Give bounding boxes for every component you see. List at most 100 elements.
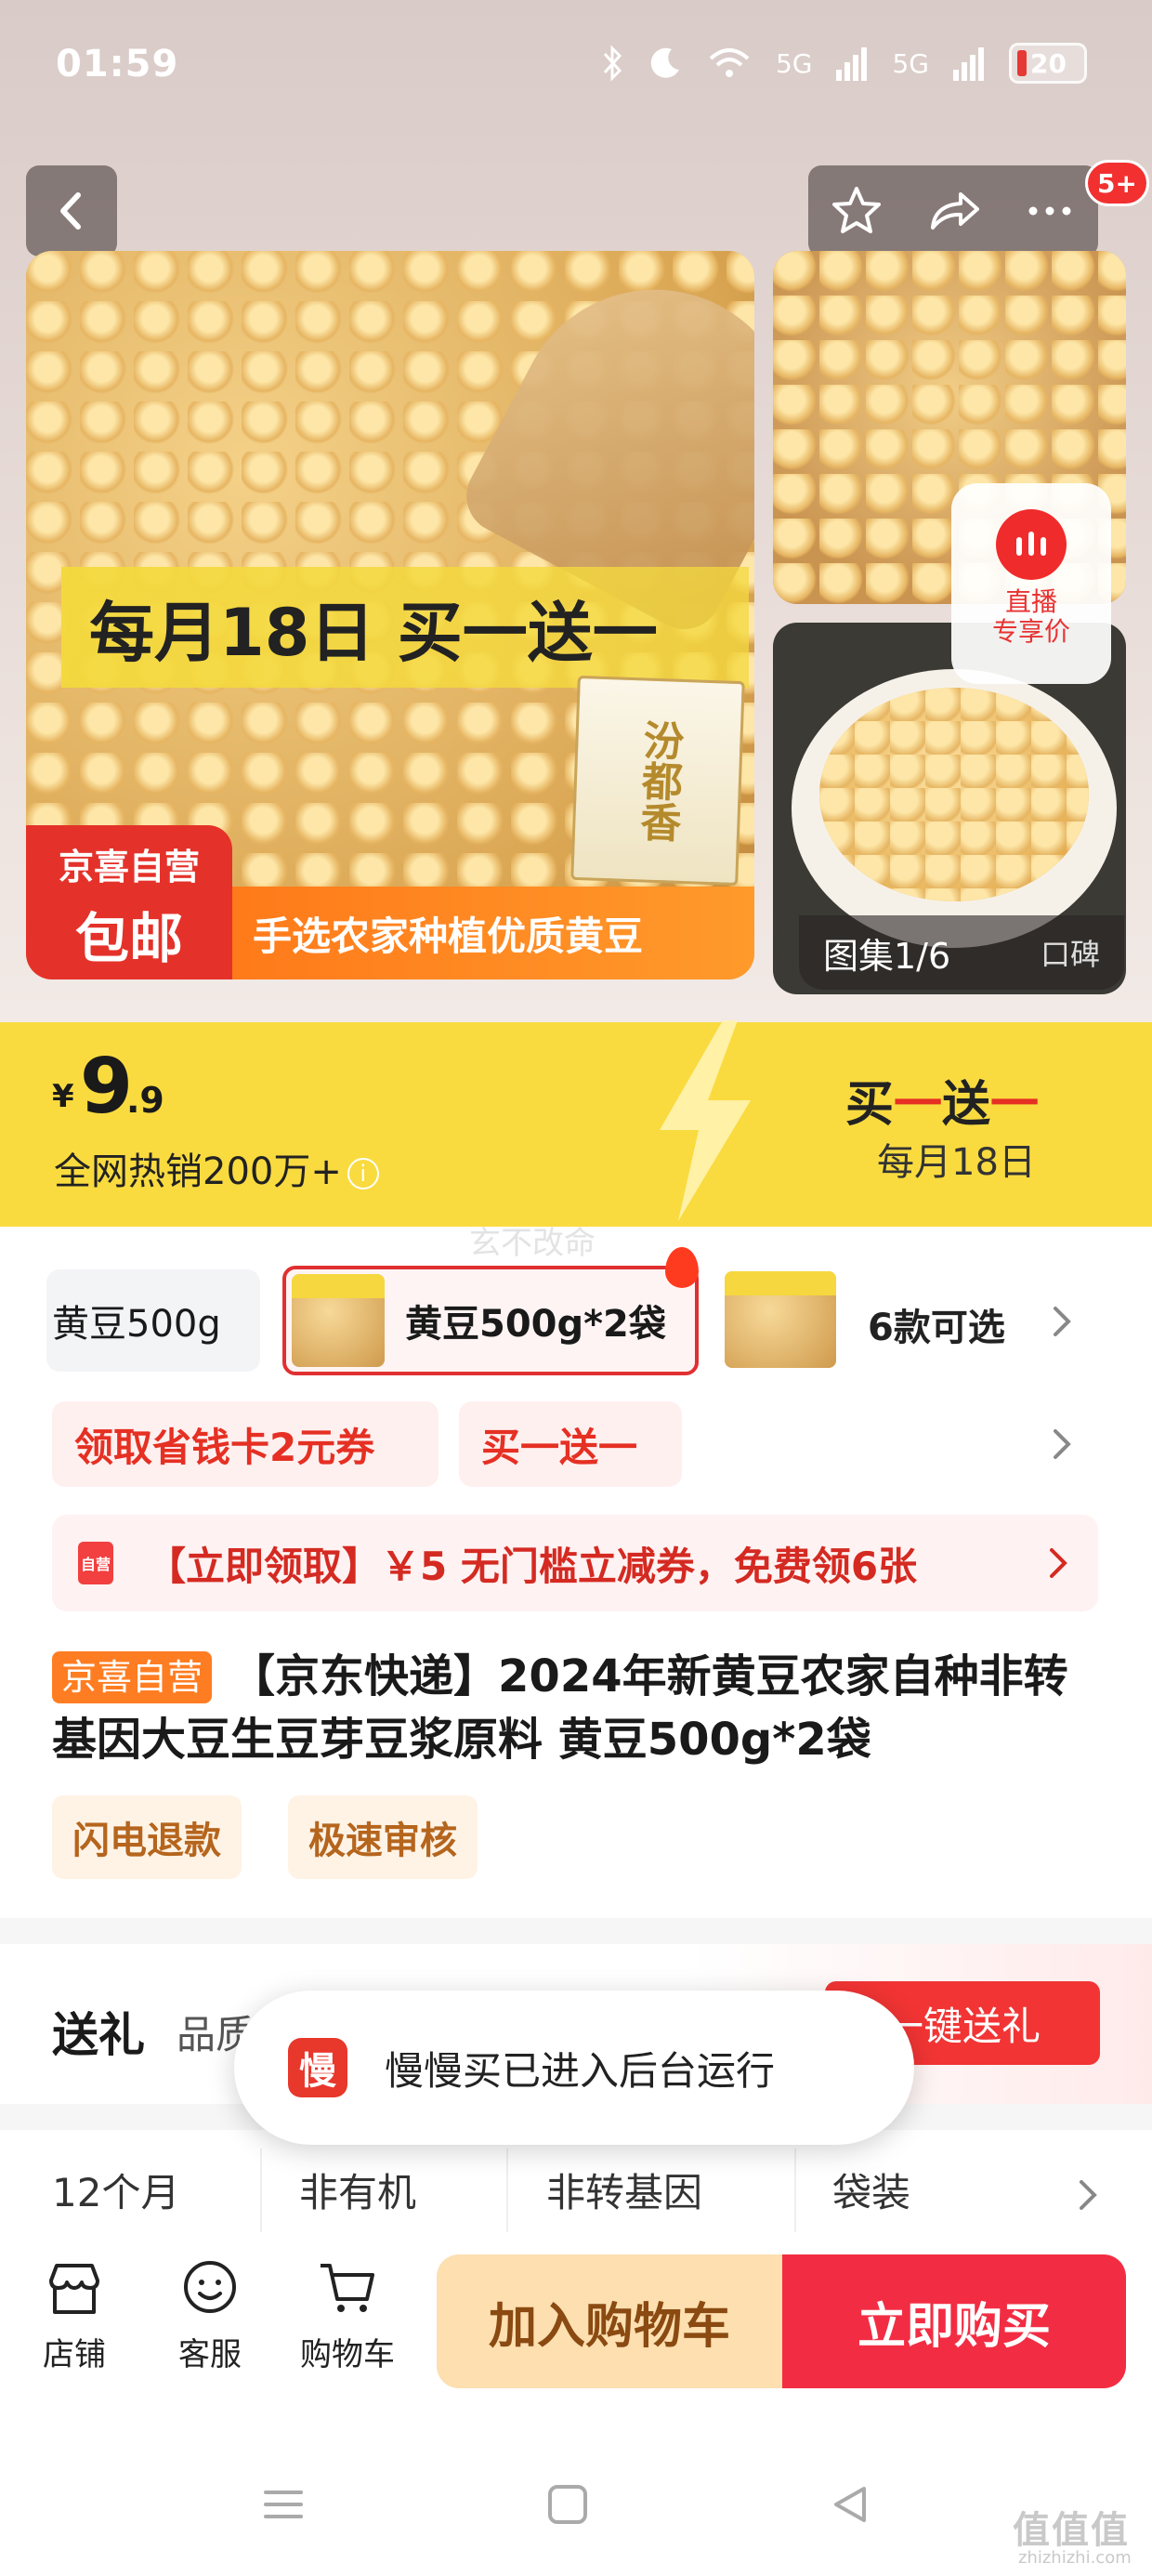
price-decimal: .9 xyxy=(126,1080,164,1121)
product-title-block: 京喜自营 【京东快递】2024年新黄豆农家自种非转基因大豆生豆芽豆浆原料 黄豆50… xyxy=(52,1645,1102,1771)
app-icon: 慢 xyxy=(288,2038,347,2097)
coupon-claim-chevron-icon xyxy=(1050,1548,1067,1578)
bogo-part-3: 送 xyxy=(942,1077,991,1133)
shipping-free-label: 包邮 xyxy=(74,907,183,970)
cart-button[interactable]: 购物车 xyxy=(292,2256,403,2374)
system-nav-bar xyxy=(0,2453,1152,2556)
shop-button[interactable]: 店铺 xyxy=(19,2256,130,2374)
bogo-part-4: 一 xyxy=(990,1077,1040,1133)
corner-watermark: 值值值 xyxy=(1013,2509,1130,2552)
wifi-icon xyxy=(709,48,750,77)
price-integer: 9 xyxy=(80,1043,134,1131)
battery-indicator: 20 xyxy=(1009,43,1087,84)
bogo-date: 每月18日 xyxy=(877,1141,1036,1184)
info-icon[interactable]: i xyxy=(347,1158,379,1189)
cart-icon xyxy=(321,2264,374,2312)
price-currency: ¥ xyxy=(52,1078,74,1115)
chevron-right-icon[interactable] xyxy=(1048,1303,1076,1340)
bogo-part-2: 一 xyxy=(894,1077,943,1133)
coupon-bogo[interactable]: 买一送一 xyxy=(459,1401,682,1487)
home-icon[interactable] xyxy=(544,2481,591,2528)
service-button[interactable]: 客服 xyxy=(154,2256,266,2374)
product-detail-page: 01:59 5G 5G 20 5+ 每月18日 买一送一 汾都香 京喜自营 包邮… xyxy=(0,0,1152,2576)
network-label-2: 5G xyxy=(892,47,929,79)
shipping-box: 京喜自营 包邮 xyxy=(26,825,232,979)
toast-text: 慢慢买已进入后台运行 xyxy=(385,2047,776,2094)
bowl-beans-pattern xyxy=(819,688,1089,901)
product-params[interactable]: 12个月 非有机 非转基因 袋装 xyxy=(0,2130,1152,2251)
param-divider xyxy=(260,2149,262,2232)
do-not-disturb-icon xyxy=(650,47,679,78)
battery-level-icon xyxy=(1017,50,1027,76)
param-packaging: 袋装 xyxy=(832,2170,911,2215)
live-price-button[interactable]: 直播 专享价 xyxy=(951,483,1111,684)
background-toast: 慢 慢慢买已进入后台运行 xyxy=(234,1991,914,2145)
coupons-chevron-icon[interactable] xyxy=(1048,1426,1076,1463)
coupon-claim-text: 【立即领取】￥5 无门槛立减券，免费领6张 xyxy=(147,1543,918,1589)
service-label: 客服 xyxy=(178,2336,242,2373)
params-chevron-icon xyxy=(1080,2180,1097,2210)
coupon-claim-bar[interactable]: 自营 【立即领取】￥5 无门槛立减券，免费领6张 xyxy=(52,1515,1098,1611)
corner-watermark-url: zhizhizhi.com xyxy=(1018,2548,1132,2568)
param-divider xyxy=(506,2149,508,2232)
header-actions xyxy=(808,165,1098,256)
shipping-seller-label: 京喜自营 xyxy=(58,847,200,887)
variant-selector: 黄豆500g 黄豆500g*2袋 6款可选 xyxy=(0,1247,1152,1381)
lightning-icon xyxy=(660,1020,751,1221)
bogo-part-1: 买 xyxy=(845,1077,895,1133)
status-time: 01:59 xyxy=(56,43,179,85)
variant-option[interactable]: 黄豆500g xyxy=(46,1269,260,1372)
gallery-bar[interactable]: 图集1/6 口碑 xyxy=(799,915,1124,990)
coupon-savings-card[interactable]: 领取省钱卡2元券 xyxy=(52,1401,439,1487)
chevron-left-icon xyxy=(60,192,81,230)
price-watermark: 玄不改命 xyxy=(469,1225,596,1262)
section-divider xyxy=(0,1918,1152,1944)
add-to-cart-button[interactable]: 加入购物车 xyxy=(437,2254,782,2388)
signal-icon-2 xyxy=(953,47,984,81)
variant-option-selected[interactable]: 黄豆500g*2袋 xyxy=(282,1266,699,1375)
param-shelf-life: 12个月 xyxy=(52,2170,180,2215)
hot-flame-icon xyxy=(665,1247,699,1288)
param-organic: 非有机 xyxy=(299,2170,417,2215)
battery-percent: 20 xyxy=(1030,47,1067,79)
back-button[interactable] xyxy=(26,165,117,256)
more-icon[interactable] xyxy=(1022,183,1078,239)
menu-icon[interactable] xyxy=(260,2481,307,2528)
bluetooth-icon xyxy=(603,45,622,82)
package-graphic: 汾都香 xyxy=(570,675,745,887)
gift-heading: 送礼 xyxy=(52,2008,145,2062)
shop-icon xyxy=(49,2264,99,2314)
share-icon[interactable] xyxy=(925,183,981,239)
live-label-2: 专享价 xyxy=(991,616,1070,647)
signal-icon xyxy=(836,47,868,81)
feature-chip: 极速审核 xyxy=(288,1795,478,1879)
cart-label: 购物车 xyxy=(300,2336,395,2373)
coupon-tag-icon: 自营 xyxy=(78,1542,113,1584)
gallery-counter: 图集1/6 xyxy=(823,935,951,977)
feature-chip: 闪电退款 xyxy=(52,1795,242,1879)
back-nav-icon[interactable] xyxy=(827,2481,873,2528)
chat-smile-icon xyxy=(184,2261,236,2313)
variant-thumbnail xyxy=(292,1274,385,1367)
buy-now-button[interactable]: 立即购买 xyxy=(782,2254,1126,2388)
seller-tag: 京喜自营 xyxy=(52,1651,213,1703)
shop-label: 店铺 xyxy=(43,2336,106,2373)
live-bars-icon xyxy=(1016,532,1046,556)
status-bar: 01:59 5G 5G 20 xyxy=(0,0,1152,139)
promo-banner-text: 每月18日 买一送一 xyxy=(61,567,749,688)
star-icon[interactable] xyxy=(829,183,884,239)
main-product-image[interactable]: 每月18日 买一送一 汾都香 京喜自营 包邮 手选农家种植优质黄豆 xyxy=(26,251,754,979)
network-label-1: 5G xyxy=(775,47,813,79)
live-icon xyxy=(996,509,1067,580)
param-gmo: 非转基因 xyxy=(546,2170,703,2215)
bogo-label: 买一送一 xyxy=(845,1065,1039,1135)
bowl-beans-graphic xyxy=(819,688,1089,901)
bottom-action-bar: 店铺 客服 购物车 加入购物车 立即购买 xyxy=(0,2241,1152,2418)
more-variants-label[interactable]: 6款可选 xyxy=(868,1297,1005,1351)
variant-thumbnail-3[interactable] xyxy=(725,1271,836,1368)
sales-info: 全网热销200万+ i xyxy=(54,1141,379,1195)
message-badge: 5+ xyxy=(1085,160,1149,206)
param-divider xyxy=(794,2149,796,2232)
reviews-label[interactable]: 口碑 xyxy=(1041,931,1100,974)
live-label-1: 直播 xyxy=(1004,586,1057,617)
